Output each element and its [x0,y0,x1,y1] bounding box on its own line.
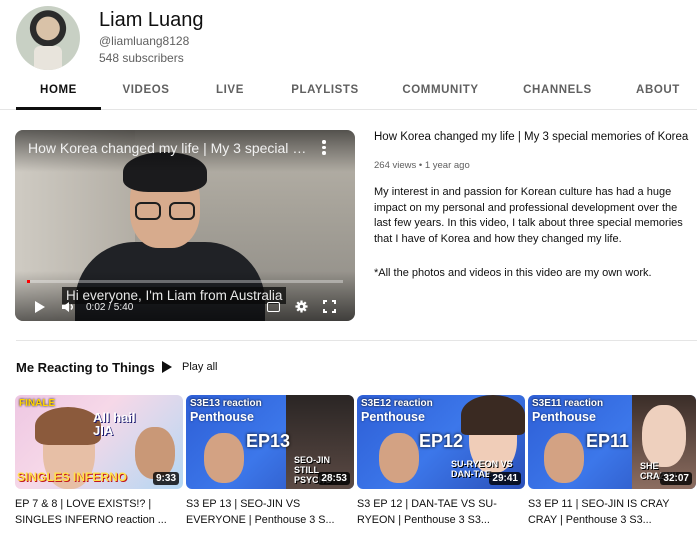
channel-tabs: HOME VIDEOS LIVE PLAYLISTS COMMUNITY CHA… [0,72,697,110]
video-duration: 9:33 [152,472,179,485]
player-progress-fill [27,280,31,283]
tab-videos[interactable]: VIDEOS [111,84,181,96]
featured-video-meta: 264 views • 1 year ago [374,160,470,171]
thumb-subtext: SINGLES INFERNO [17,470,128,484]
video-card[interactable]: S3E12 reaction Penthouse EP12 SU-RYEON V… [357,395,525,528]
channel-avatar[interactable] [16,6,80,70]
thumb-show: Penthouse [190,410,254,424]
tab-channels[interactable]: CHANNELS [515,84,600,96]
featured-video-title[interactable]: How Korea changed my life | My 3 special… [374,131,694,143]
tab-home[interactable]: HOME [16,84,101,96]
video-title[interactable]: S3 EP 12 | DAN-TAE VS SU-RYEON | Penthou… [357,497,525,528]
tab-live[interactable]: LIVE [200,84,260,96]
featured-video-description-note: *All the photos and videos in this video… [374,267,652,279]
video-thumbnail[interactable]: S3E12 reaction Penthouse EP12 SU-RYEON V… [357,395,525,489]
play-all-icon[interactable] [162,361,172,373]
tab-about[interactable]: ABOUT [627,84,689,96]
thumb-hair [461,395,525,435]
thumb-show: Penthouse [532,410,596,424]
video-title[interactable]: S3 EP 11 | SEO-JIN IS CRAY CRAY | Pentho… [528,497,696,528]
play-icon[interactable] [35,301,45,313]
video-card[interactable]: S3E13 reaction Penthouse EP13 SEO-JIN ST… [186,395,354,528]
thumb-episode: EP12 [419,431,464,451]
subscriber-count: 548 subscribers [99,51,184,65]
thumb-face [379,433,419,483]
video-thumbnail[interactable]: S3E13 reaction Penthouse EP13 SEO-JIN ST… [186,395,354,489]
active-tab-indicator [16,107,101,110]
shelf-title[interactable]: Me Reacting to Things [16,360,155,375]
video-card[interactable]: FINALE All hail JIA SINGLES INFERNO 9:33… [15,395,183,528]
thumb-badge: S3E13 reaction [190,398,262,409]
more-vert-icon[interactable] [317,138,331,158]
tab-playlists[interactable]: PLAYLISTS [280,84,370,96]
video-duration: 29:41 [489,472,521,485]
video-title[interactable]: S3 EP 13 | SEO-JIN VS EVERYONE | Penthou… [186,497,354,528]
video-card[interactable]: S3E11 reaction Penthouse EP11 SHE CRAZY!… [528,395,696,528]
fullscreen-icon[interactable] [323,300,336,313]
thumb-badge: FINALE [19,398,56,409]
video-title[interactable]: EP 7 & 8 | LOVE EXISTS!? | SINGLES INFER… [15,497,183,528]
subtitles-icon[interactable] [267,302,280,312]
play-all-button[interactable]: Play all [182,361,217,373]
tab-community[interactable]: COMMUNITY [393,84,488,96]
video-duration: 28:53 [318,472,350,485]
channel-handle: @liamluang8128 [99,34,190,48]
channel-name: Liam Luang [99,9,204,31]
player-progress-bar[interactable] [27,280,343,283]
thumb-episode: EP13 [246,431,291,451]
thumb-badge: S3E12 reaction [361,398,433,409]
settings-gear-icon[interactable] [295,300,308,313]
thumb-face-2 [642,405,686,467]
video-frame-glasses [135,202,197,220]
thumb-badge: S3E11 reaction [532,398,604,409]
thumb-face [544,433,584,483]
thumb-show: Penthouse [361,410,425,424]
section-divider [16,340,697,341]
player-title[interactable]: How Korea changed my life | My 3 special… [28,140,313,156]
volume-icon[interactable] [61,300,75,314]
featured-video-description: My interest in and passion for Korean cu… [374,186,683,246]
thumb-episode: EP11 [586,431,630,451]
thumb-text: All hail JIA [93,410,136,438]
thumb-hair [35,407,101,445]
video-thumbnail[interactable]: FINALE All hail JIA SINGLES INFERNO 9:33 [15,395,183,489]
player-time: 0:02 / 5:40 [86,302,134,313]
featured-video-player[interactable]: How Korea changed my life | My 3 special… [15,130,355,321]
video-duration: 32:07 [660,472,692,485]
video-thumbnail[interactable]: S3E11 reaction Penthouse EP11 SHE CRAZY!… [528,395,696,489]
thumb-face [204,433,244,483]
